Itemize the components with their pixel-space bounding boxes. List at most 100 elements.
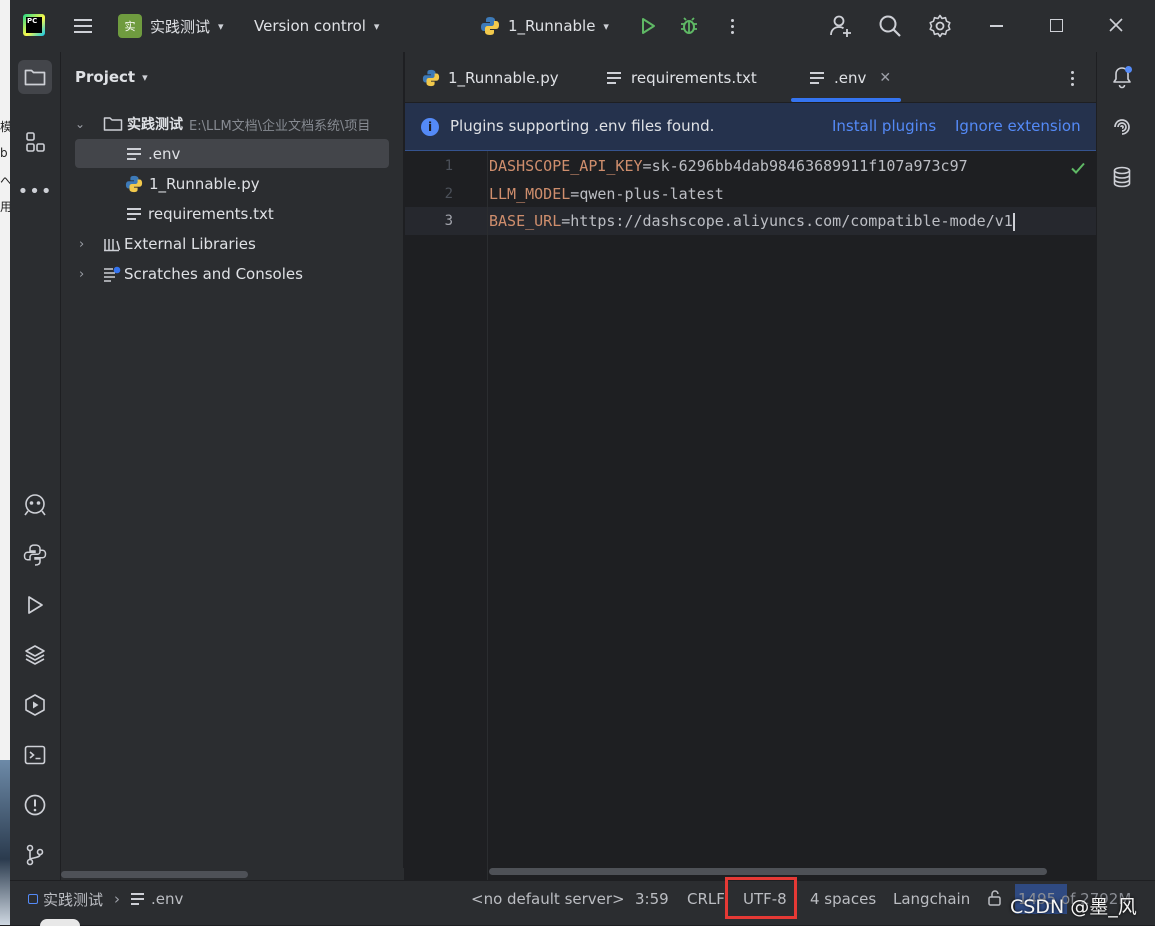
run-configuration-selector[interactable]: 1_Runnable ▾	[480, 13, 609, 39]
python-file-icon	[125, 175, 143, 193]
project-panel-title: Project	[75, 68, 136, 86]
right-tool-window-bar	[1096, 52, 1155, 880]
run-button[interactable]	[636, 14, 660, 38]
tree-file-runnable[interactable]: 1_Runnable.py	[125, 170, 260, 198]
structure-icon	[26, 132, 45, 152]
chevron-right-icon: ›	[114, 890, 121, 908]
env-key: BASE_URL	[489, 212, 562, 230]
module-icon	[28, 894, 38, 904]
tab-label: requirements.txt	[631, 68, 757, 87]
tree-external-libraries[interactable]: › External Libraries	[79, 230, 256, 258]
env-value: https://dashscope.aliyuncs.com/compatibl…	[570, 212, 1013, 230]
line-separator-widget[interactable]: CRLF	[687, 881, 725, 917]
search-icon[interactable]	[877, 13, 903, 39]
line-number: 2	[444, 186, 453, 202]
scrollbar-thumb[interactable]	[489, 868, 1047, 875]
title-bar: PC 实 实践测试 ▾ Version control ▾ 1_Runnable…	[10, 0, 1155, 52]
structure-tool-button[interactable]	[18, 125, 52, 159]
tab-requirements[interactable]: requirements.txt	[607, 52, 757, 103]
tab-options-icon[interactable]	[1068, 68, 1076, 88]
text-caret	[1012, 212, 1015, 231]
text-file-icon	[131, 893, 145, 905]
env-equals: =	[642, 157, 652, 175]
code-line: DASHSCOPE_API_KEY=sk-6296bb4dab984636899…	[489, 157, 968, 175]
ai-assistant-icon[interactable]	[18, 488, 52, 522]
layers-icon[interactable]	[18, 638, 52, 672]
csdn-watermark: CSDN @墨_风	[1010, 895, 1137, 918]
version-control-menu[interactable]: Version control ▾	[254, 13, 379, 39]
gear-icon[interactable]	[927, 13, 953, 39]
desktop-fragment: 模	[0, 120, 10, 134]
run-config-name: 1_Runnable	[508, 17, 596, 35]
terminal-icon[interactable]	[18, 738, 52, 772]
chevron-down-icon: ⌄	[75, 117, 86, 131]
project-tool-button[interactable]	[18, 60, 52, 94]
problems-icon[interactable]	[18, 788, 52, 822]
more-actions-icon[interactable]	[722, 14, 742, 38]
left-tool-window-bar: •••	[10, 52, 61, 880]
tree-selection-highlight	[75, 139, 389, 168]
code-line: LLM_MODEL=qwen-plus-latest	[489, 185, 724, 203]
chevron-right-icon: ›	[79, 236, 85, 252]
tab-env[interactable]: .env ✕	[810, 52, 891, 103]
gutter-divider	[487, 151, 488, 880]
debug-button[interactable]	[677, 14, 701, 38]
scrollbar-thumb[interactable]	[61, 871, 248, 878]
project-name: 实践测试	[150, 17, 211, 36]
minimize-button[interactable]	[990, 25, 1003, 27]
maximize-button[interactable]	[1050, 19, 1063, 32]
tab-label: .env	[834, 68, 867, 87]
env-key: LLM_MODEL	[489, 185, 571, 203]
run-icon	[642, 18, 655, 34]
tree-root-row[interactable]: ⌄ 实践测试 E:\LLM文档\企业文档系统\项目	[75, 110, 370, 138]
close-tab-icon[interactable]: ✕	[879, 70, 891, 86]
caret-position-widget[interactable]: 3:59	[635, 881, 669, 917]
notifications-icon[interactable]	[1105, 60, 1139, 94]
scratches-label: Scratches and Consoles	[124, 265, 303, 283]
services-icon[interactable]	[18, 688, 52, 722]
chevron-down-icon: ▾	[603, 19, 609, 33]
python-console-icon[interactable]	[18, 538, 52, 572]
project-switcher[interactable]: 实 实践测试 ▾	[118, 13, 224, 39]
breadcrumb-project[interactable]: 实践测试	[43, 889, 103, 910]
deployment-server-widget[interactable]: <no default server>	[471, 881, 625, 917]
python-icon	[481, 17, 499, 35]
env-equals: =	[561, 212, 571, 230]
chevron-down-icon: ▾	[373, 19, 380, 33]
main-menu-icon[interactable]	[70, 14, 96, 38]
library-icon	[104, 239, 121, 252]
interpreter-widget[interactable]: Langchain	[893, 881, 970, 917]
editor-horizontal-scrollbar[interactable]	[489, 865, 1069, 877]
database-icon[interactable]	[1105, 160, 1139, 194]
project-view-selector[interactable]: Project ▾	[75, 68, 148, 86]
active-tab-indicator	[791, 98, 901, 102]
inspection-ok-icon[interactable]	[1070, 160, 1086, 179]
more-tools-icon[interactable]: •••	[18, 174, 52, 208]
unlock-icon[interactable]	[986, 889, 1004, 911]
chevron-down-icon: ▾	[142, 70, 148, 84]
horizontal-scrollbar[interactable]	[61, 868, 404, 880]
editor-tab-bar: 1_Runnable.py requirements.txt .env ✕	[405, 52, 1096, 103]
install-plugins-link[interactable]: Install plugins	[832, 117, 936, 135]
ai-spiral-icon[interactable]	[1105, 110, 1139, 144]
encoding-widget[interactable]: UTF-8	[743, 881, 787, 917]
external-libraries-label: External Libraries	[124, 235, 256, 253]
bug-icon	[681, 17, 697, 34]
chevron-right-icon: ›	[79, 266, 85, 282]
tab-1-runnable[interactable]: 1_Runnable.py	[422, 52, 559, 103]
tree-file-env[interactable]: .env	[127, 140, 180, 168]
close-button[interactable]	[1106, 15, 1126, 35]
tree-scratches[interactable]: › Scratches and Consoles	[79, 260, 303, 288]
git-branch-icon[interactable]	[18, 838, 52, 872]
run-tool-icon[interactable]	[18, 588, 52, 622]
code-line: BASE_URL=https://dashscope.aliyuncs.com/…	[489, 212, 1015, 231]
code-editor[interactable]: 1 2 3 DASHSCOPE_API_KEY=sk-6296bb4dab984…	[405, 151, 1096, 880]
tree-file-requirements[interactable]: requirements.txt	[127, 200, 274, 228]
navigation-breadcrumb: 实践测试 › .env	[28, 881, 183, 917]
add-user-icon[interactable]	[828, 13, 854, 39]
text-file-icon	[127, 148, 141, 160]
indent-widget[interactable]: 4 spaces	[810, 881, 876, 917]
text-file-icon	[810, 71, 824, 84]
ignore-extension-link[interactable]: Ignore extension	[955, 117, 1081, 135]
breadcrumb-file[interactable]: .env	[151, 890, 183, 908]
